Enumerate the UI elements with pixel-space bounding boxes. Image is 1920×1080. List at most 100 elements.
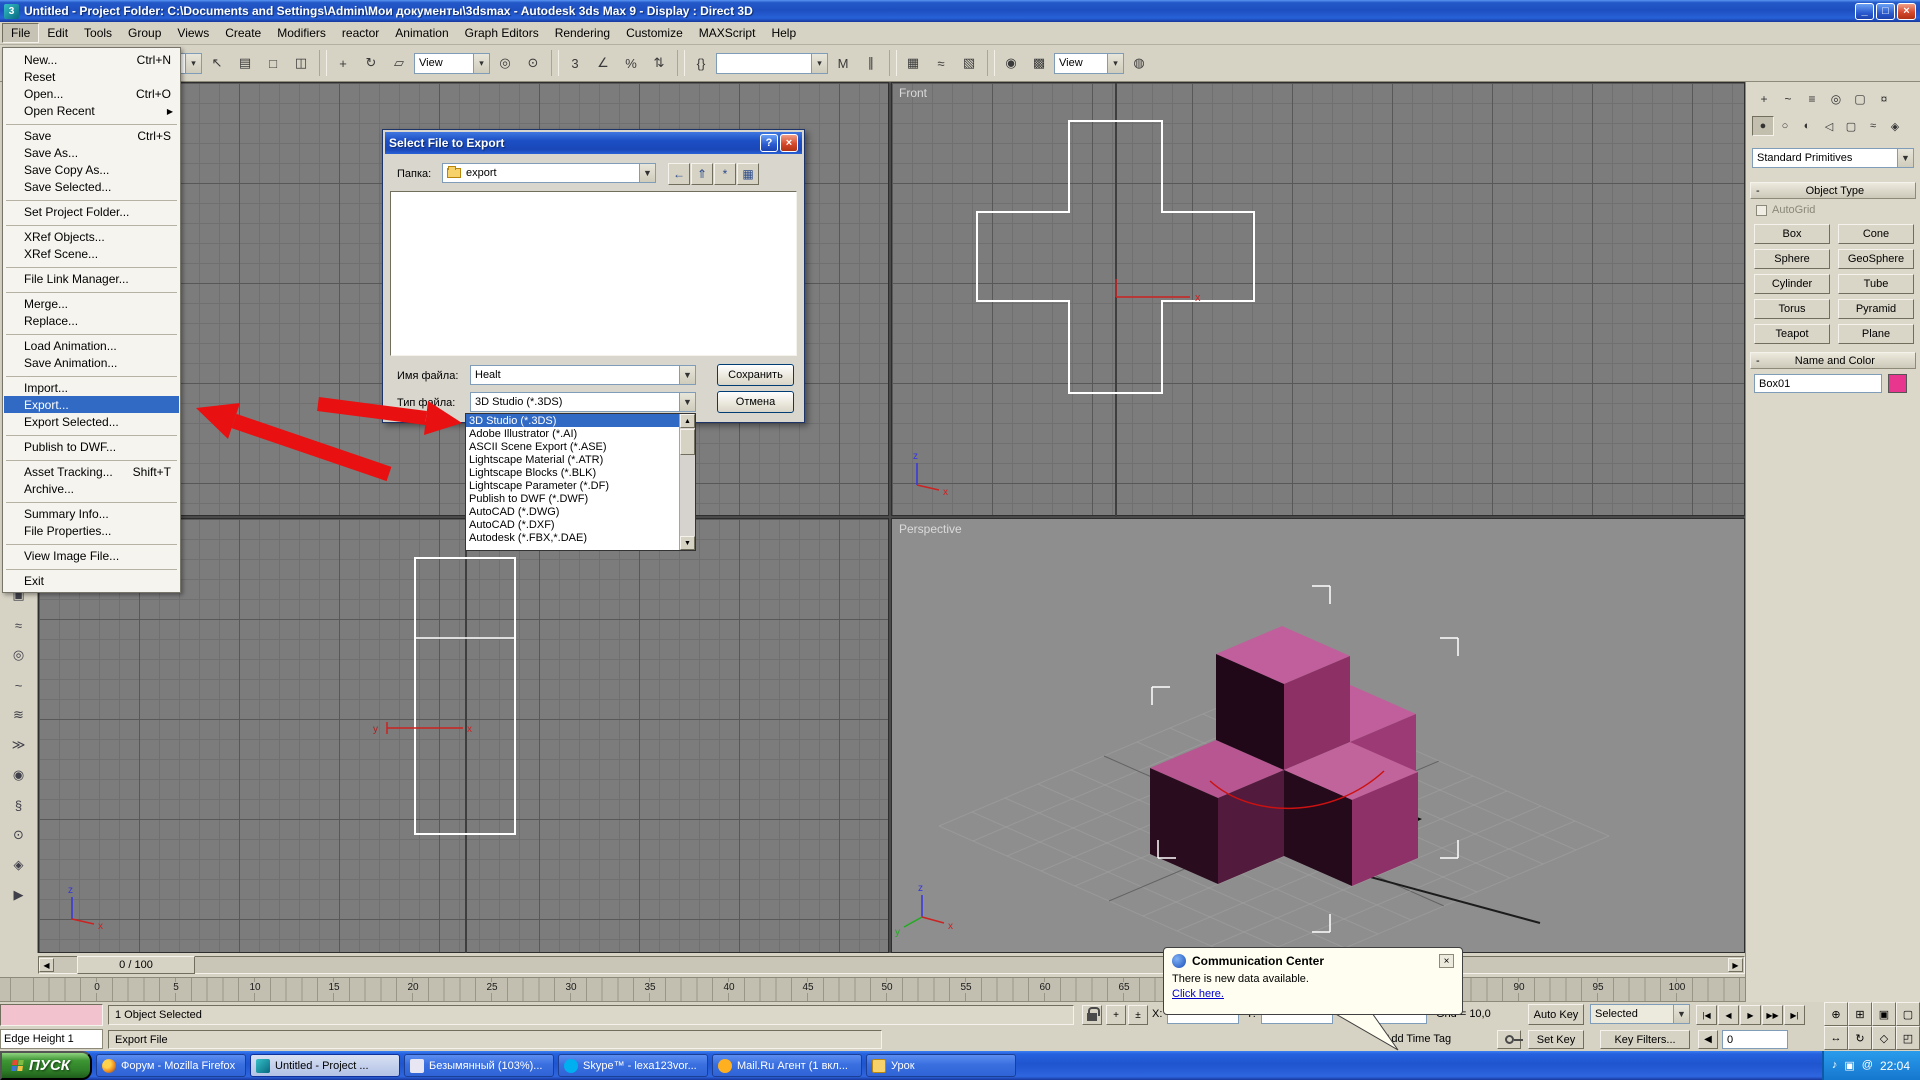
go-to-end-button[interactable]: ▶| xyxy=(1784,1005,1805,1025)
autogrid-checkbox[interactable] xyxy=(1756,205,1767,216)
menubar-item[interactable]: Customize xyxy=(618,24,691,42)
dialog-help-button[interactable]: ? xyxy=(760,134,778,152)
filetype-option[interactable]: Lightscape Blocks (*.BLK) xyxy=(466,466,679,479)
auto-key-button[interactable]: Auto Key xyxy=(1528,1004,1584,1025)
new-folder-icon[interactable]: * xyxy=(714,163,736,185)
layer-manager-icon[interactable]: ▦ xyxy=(900,50,926,76)
taskbar-button-3dsmax[interactable]: Untitled - Project ... xyxy=(250,1054,400,1077)
filetype-option[interactable]: Publish to DWF (*.DWF) xyxy=(466,492,679,505)
geometry-category-icon[interactable]: ● xyxy=(1752,116,1774,136)
filetype-option[interactable]: Adobe Illustrator (*.AI) xyxy=(466,427,679,440)
object-type-rollout[interactable]: -Object Type xyxy=(1750,182,1916,199)
menu-item-asset-tracking[interactable]: Asset Tracking...Shift+T xyxy=(4,463,179,480)
primitive-button[interactable]: Cone xyxy=(1838,224,1914,244)
time-slider-next-icon[interactable]: ▶ xyxy=(1728,958,1743,972)
min-max-toggle-icon[interactable]: ◰ xyxy=(1896,1026,1920,1050)
filetype-option[interactable]: Lightscape Parameter (*.DF) xyxy=(466,479,679,492)
systems-category-icon[interactable]: ◈ xyxy=(1884,116,1906,136)
maximize-button[interactable]: □ xyxy=(1876,3,1895,20)
click-here-link[interactable]: Click here. xyxy=(1172,988,1224,1000)
menu-item-merge[interactable]: Merge... xyxy=(4,295,179,312)
menu-item-export-selected[interactable]: Export Selected... xyxy=(4,413,179,430)
menubar-item[interactable]: Group xyxy=(120,24,169,42)
menu-item-replace[interactable]: Replace... xyxy=(4,312,179,329)
menu-item-open-recent[interactable]: Open Recent xyxy=(4,102,179,119)
select-and-rotate-icon[interactable]: ↻ xyxy=(358,50,384,76)
taskbar-button-firefox[interactable]: Форум - Mozilla Firefox xyxy=(96,1054,246,1077)
quick-render-icon[interactable]: ◍ xyxy=(1126,50,1152,76)
pan-icon[interactable]: ↔ xyxy=(1824,1026,1848,1050)
menubar-item[interactable]: Create xyxy=(217,24,269,42)
start-button[interactable]: ПУСК xyxy=(0,1051,92,1080)
absolute-mode-button[interactable]: + xyxy=(1106,1005,1126,1025)
filetype-option[interactable]: 3D Studio (*.3DS) xyxy=(466,414,679,427)
menubar-item[interactable]: Rendering xyxy=(547,24,618,42)
reference-coordinate-combo[interactable]: View xyxy=(414,53,490,74)
reactor-water-icon[interactable]: ≋ xyxy=(5,702,33,728)
reactor-spring-icon[interactable]: § xyxy=(5,792,33,818)
set-keys-button[interactable] xyxy=(1497,1030,1521,1049)
reactor-motor-icon[interactable]: ◉ xyxy=(5,762,33,788)
menubar-item[interactable]: Animation xyxy=(387,24,456,42)
taskbar-button-paint[interactable]: Безымянный (103%)... xyxy=(404,1054,554,1077)
scroll-up-icon[interactable]: ▲ xyxy=(680,414,695,428)
object-color-swatch[interactable] xyxy=(1888,374,1907,393)
file-list-area[interactable] xyxy=(390,191,797,356)
up-one-level-icon[interactable]: ⇑ xyxy=(691,163,713,185)
tray-message-icon[interactable]: @ xyxy=(1862,1059,1873,1072)
menubar-item[interactable]: reactor xyxy=(334,24,387,42)
space-warps-category-icon[interactable]: ≈ xyxy=(1862,116,1884,136)
named-selection-sets-icon[interactable]: {} xyxy=(688,50,714,76)
back-icon[interactable]: ← xyxy=(668,163,690,185)
scrollbar-thumb[interactable] xyxy=(680,429,695,455)
menubar-item[interactable]: Modifiers xyxy=(269,24,334,42)
selection-region-icon[interactable]: □ xyxy=(260,50,286,76)
viewport-front[interactable]: Front x z x xyxy=(891,82,1745,516)
display-tab-icon[interactable]: ▢ xyxy=(1848,88,1872,110)
reactor-fracture-icon[interactable]: ◈ xyxy=(5,852,33,878)
select-and-scale-icon[interactable]: ▱ xyxy=(386,50,412,76)
menu-item-save[interactable]: SaveCtrl+S xyxy=(4,127,179,144)
menubar-item[interactable]: Tools xyxy=(76,24,120,42)
offset-mode-button[interactable]: ± xyxy=(1128,1005,1148,1025)
reactor-toy-car-icon[interactable]: ⊙ xyxy=(5,822,33,848)
previous-frame-button[interactable]: ◀ xyxy=(1718,1005,1739,1025)
save-button[interactable]: Сохранить xyxy=(717,364,794,386)
curve-editor-icon[interactable]: ≈ xyxy=(928,50,954,76)
tray-display-icon[interactable]: ▣ xyxy=(1844,1059,1854,1072)
reactor-cloth-icon[interactable]: ≈ xyxy=(5,612,33,638)
filetype-option[interactable]: Lightscape Material (*.ATR) xyxy=(466,453,679,466)
menu-item-open[interactable]: Open...Ctrl+O xyxy=(4,85,179,102)
name-color-rollout[interactable]: -Name and Color xyxy=(1750,352,1916,369)
track-bar[interactable]: 0510152025303540455055606570758085909510… xyxy=(0,977,1745,1002)
scroll-down-icon[interactable]: ▼ xyxy=(680,536,695,550)
taskbar-button-urok[interactable]: Урок xyxy=(866,1054,1016,1077)
use-pivot-center-icon[interactable]: ◎ xyxy=(492,50,518,76)
reactor-preview-icon[interactable]: ▶ xyxy=(5,882,33,908)
menu-item-save-as[interactable]: Save As... xyxy=(4,144,179,161)
folder-combo[interactable]: export ▼ xyxy=(442,163,656,183)
box-cross-object[interactable] xyxy=(1150,626,1418,886)
lights-category-icon[interactable]: ◐ xyxy=(1796,116,1818,136)
primitive-button[interactable]: Plane xyxy=(1838,324,1914,344)
percent-snap-icon[interactable]: % xyxy=(618,50,644,76)
menubar-item[interactable]: MAXScript xyxy=(691,24,764,42)
key-filters-button[interactable]: Key Filters... xyxy=(1600,1030,1690,1049)
menu-item-new[interactable]: New...Ctrl+N xyxy=(4,51,179,68)
primitive-button[interactable]: GeoSphere xyxy=(1838,249,1914,269)
utilities-tab-icon[interactable]: ¤ xyxy=(1872,88,1896,110)
key-mode-combo[interactable]: Selected▼ xyxy=(1590,1004,1690,1024)
cancel-button[interactable]: Отмена xyxy=(717,391,794,413)
arc-rotate-icon[interactable]: ↻ xyxy=(1848,1026,1872,1050)
go-to-frame-icon[interactable]: ◀ xyxy=(1698,1030,1718,1049)
menu-item-set-project-folder[interactable]: Set Project Folder... xyxy=(4,203,179,220)
set-key-button[interactable]: Set Key xyxy=(1528,1030,1584,1049)
select-and-manipulate-icon[interactable]: ⊙ xyxy=(520,50,546,76)
zoom-all-icon[interactable]: ⊞ xyxy=(1848,1002,1872,1026)
menu-item-publish-to-dwf[interactable]: Publish to DWF... xyxy=(4,438,179,455)
motion-tab-icon[interactable]: ◎ xyxy=(1824,88,1848,110)
menu-item-xref-scene[interactable]: XRef Scene... xyxy=(4,245,179,262)
snaps-toggle-icon[interactable]: 3 xyxy=(562,50,588,76)
menubar-item[interactable]: Help xyxy=(763,24,804,42)
menu-item-file-link-manager[interactable]: File Link Manager... xyxy=(4,270,179,287)
